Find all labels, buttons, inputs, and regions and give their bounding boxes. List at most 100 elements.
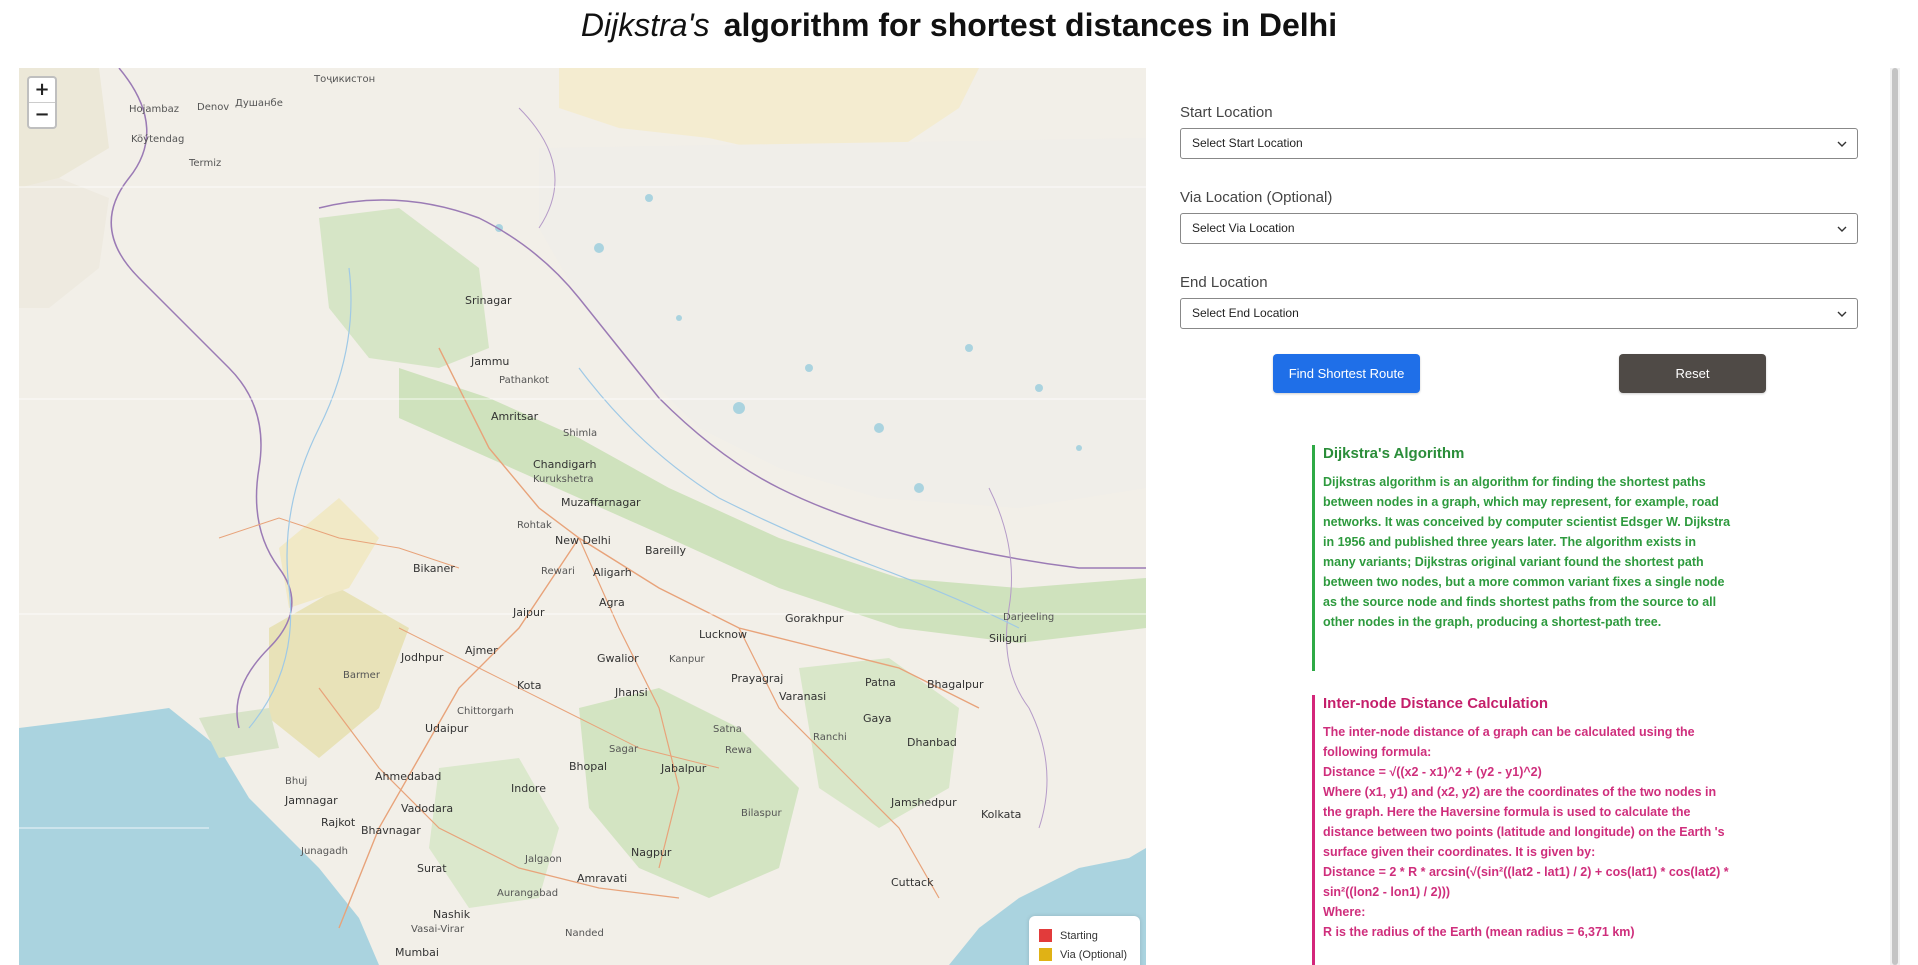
map-label: Mumbai xyxy=(395,946,439,959)
distance-info-card: Inter-node Distance Calculation The inte… xyxy=(1312,695,1732,965)
map-label: Denov xyxy=(197,102,230,113)
map-label: Jamshedpur xyxy=(891,796,957,809)
map-tiles xyxy=(19,68,1146,965)
chevron-down-icon xyxy=(1837,226,1847,232)
map-label: Jaipur xyxy=(513,606,545,619)
end-location-value: Select End Location xyxy=(1192,306,1299,320)
map-label: Bhavnagar xyxy=(361,824,421,837)
distance-info-line: R is the radius of the Earth (mean radiu… xyxy=(1323,925,1635,939)
map-label: New Delhi xyxy=(555,534,611,547)
map-label: Indore xyxy=(511,782,546,795)
start-location-value: Select Start Location xyxy=(1192,136,1303,150)
map-label: Muzaffarnagar xyxy=(561,496,641,509)
map-label: Nagpur xyxy=(631,846,672,859)
map-label: Душанбе xyxy=(235,98,283,109)
map-label: Amravati xyxy=(577,872,628,885)
map-label: Pathankot xyxy=(499,375,549,386)
map-label: Bareilly xyxy=(645,544,687,557)
map-label: Kanpur xyxy=(669,654,705,665)
chevron-down-icon xyxy=(1837,311,1847,317)
map-label: Kurukshetra xyxy=(533,474,594,485)
map-label: Vasai-Virar xyxy=(411,924,465,935)
map-label: Bhagalpur xyxy=(927,678,984,691)
page-title: Dijkstra's algorithm for shortest distanc… xyxy=(0,0,1918,50)
reset-button[interactable]: Reset xyxy=(1619,354,1766,393)
start-location-select[interactable]: Select Start Location xyxy=(1180,128,1858,159)
map-label: Ahmedabad xyxy=(375,770,442,783)
legend-swatch-starting xyxy=(1039,929,1052,942)
map-label: Nanded xyxy=(565,928,604,939)
map-label: Jamnagar xyxy=(285,794,338,807)
map-label: Agra xyxy=(599,596,625,609)
map-label: Chandigarh xyxy=(533,458,597,471)
map-label: Bikaner xyxy=(413,562,455,575)
map-label: Köýtendag xyxy=(131,134,185,145)
zoom-in-button[interactable]: + xyxy=(29,78,55,102)
map-label: Kota xyxy=(517,679,542,692)
dijkstra-info-card: Dijkstra's Algorithm Dijkstras algorithm… xyxy=(1312,445,1732,671)
distance-info-line: The inter-node distance of a graph can b… xyxy=(1323,725,1695,759)
legend-item-via: Via (Optional) xyxy=(1039,945,1130,964)
map-label: Jhansi xyxy=(615,686,648,699)
map-label: Jammu xyxy=(471,355,510,368)
distance-info-title: Inter-node Distance Calculation xyxy=(1323,695,1549,712)
page-title-algorithm-name: Dijkstra's xyxy=(580,7,710,43)
via-location-label: Via Location (Optional) xyxy=(1180,189,1333,206)
control-panel: Start Location Select Start Location Via… xyxy=(1180,68,1860,965)
map-label: Bilaspur xyxy=(741,808,782,819)
distance-info-line: Where: xyxy=(1323,905,1366,919)
map-label: Rohtak xyxy=(517,520,552,531)
legend-item-starting: Starting xyxy=(1039,926,1130,945)
map-label: Hojambaz xyxy=(129,104,180,115)
distance-info-line: Distance = √((x2 - x1)^2 + (y2 - y1)^2) xyxy=(1323,765,1542,779)
map-label: Lucknow xyxy=(699,628,748,641)
map-label: Udaipur xyxy=(425,722,469,735)
map-label: Rewa xyxy=(725,745,752,756)
map-label: Aurangabad xyxy=(497,888,559,899)
find-shortest-route-button[interactable]: Find Shortest Route xyxy=(1273,354,1420,393)
map-label: Gaya xyxy=(863,712,892,725)
panel-scrollbar[interactable] xyxy=(1890,68,1900,965)
end-location-label: End Location xyxy=(1180,274,1268,291)
map-label: Тоҷикистон xyxy=(314,74,376,85)
map-label: Nashik xyxy=(433,908,471,921)
map-legend: Starting Via (Optional) xyxy=(1029,916,1140,965)
map-label: Chittorgarh xyxy=(457,706,514,717)
map-label: Bhuj xyxy=(285,776,308,787)
map-label: Vadodara xyxy=(401,802,454,815)
via-location-value: Select Via Location xyxy=(1192,221,1295,235)
dijkstra-info-title: Dijkstra's Algorithm xyxy=(1323,445,1465,462)
map-label: Bhopal xyxy=(569,760,608,773)
chevron-down-icon xyxy=(1837,141,1847,147)
legend-swatch-via xyxy=(1039,948,1052,961)
dijkstra-info-text: Dijkstras algorithm is an algorithm for … xyxy=(1323,475,1731,629)
map-label: Aligarh xyxy=(593,566,632,579)
map-label: Termiz xyxy=(189,158,222,169)
zoom-out-button[interactable]: − xyxy=(29,102,55,127)
map-label: Srinagar xyxy=(465,294,512,307)
zoom-control: + − xyxy=(27,76,57,129)
map-label: Amritsar xyxy=(491,410,539,423)
map-label: Jalgaon xyxy=(525,854,562,865)
map-label: Dhanbad xyxy=(907,736,957,749)
map-label: Darjeeling xyxy=(1003,612,1055,623)
legend-label-via: Via (Optional) xyxy=(1060,948,1128,961)
map-label: Patna xyxy=(865,676,896,689)
map-label: Surat xyxy=(417,862,447,875)
legend-label-starting: Starting xyxy=(1060,929,1098,942)
map-label: Sagar xyxy=(609,744,639,755)
map-label: Prayagraj xyxy=(731,672,784,685)
page-title-rest: algorithm for shortest distances in Delh… xyxy=(723,7,1338,43)
start-location-label: Start Location xyxy=(1180,104,1273,121)
panel-scrollbar-thumb[interactable] xyxy=(1892,68,1898,965)
end-location-select[interactable]: Select End Location xyxy=(1180,298,1858,329)
map-label: Kolkata xyxy=(981,808,1022,821)
map-label: Siliguri xyxy=(989,632,1027,645)
map-label: Rewari xyxy=(541,566,575,577)
app: Dijkstra's algorithm for shortest distanc… xyxy=(0,0,1918,965)
distance-info-text: The inter-node distance of a graph can b… xyxy=(1323,722,1732,942)
map-label: Gorakhpur xyxy=(785,612,844,625)
map-label: Ranchi xyxy=(813,732,847,743)
map-view[interactable]: Душанбе Тоҷикистон Termiz Hojambaz Denov… xyxy=(19,68,1146,965)
via-location-select[interactable]: Select Via Location xyxy=(1180,213,1858,244)
